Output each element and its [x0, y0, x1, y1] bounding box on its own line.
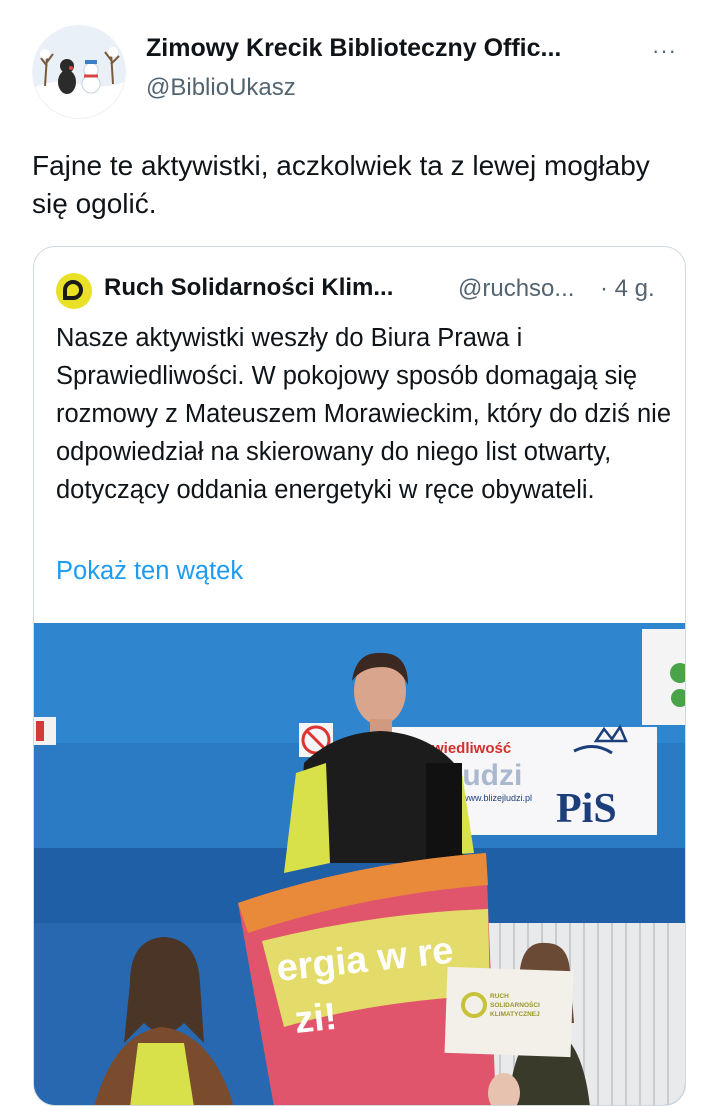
sign-text-2: SOLIDARNOŚCI [490, 1000, 540, 1009]
quoted-tweet-text: Nasze aktywistki weszły do Biura Prawa i… [56, 324, 672, 504]
quoted-author-handle[interactable]: @ruchso... [458, 275, 574, 303]
quoted-tweet-card[interactable]: Ruch Solidarności Klim... @ruchso... · 4… [33, 246, 686, 1106]
avatar-illustration [33, 26, 125, 118]
quoted-author-name[interactable]: Ruch Solidarności Klim... [104, 274, 393, 302]
sign-text-3: KLIMATYCZNEJ [490, 1011, 540, 1018]
author-name[interactable]: Zimowy Krecik Biblioteczny Offic... [146, 34, 561, 63]
banner-url: www.blizejludzi.pl [461, 793, 532, 803]
tweet-text: Fajne te aktywistki, aczkolwiek ta z lew… [32, 150, 650, 219]
sign-text-1: RUCH [490, 993, 509, 1000]
tweet-photo[interactable]: wiedliwość ludzi www.blizejludzi.pl PiS [34, 623, 685, 1105]
banner-logo: PiS [556, 786, 617, 832]
flag-text-2: zi! [293, 996, 339, 1042]
banner-line2: ludzi [454, 759, 522, 792]
author-avatar[interactable] [32, 25, 126, 119]
more-options-icon[interactable]: ··· [652, 38, 677, 64]
quoted-timestamp[interactable]: · 4 g. [600, 275, 655, 303]
author-handle[interactable]: @BiblioUkasz [146, 74, 296, 102]
photo-scene: wiedliwość ludzi www.blizejludzi.pl PiS [34, 623, 685, 1105]
show-thread-link[interactable]: Pokaż ten wątek [56, 557, 243, 586]
quoted-author-avatar[interactable] [56, 273, 92, 309]
